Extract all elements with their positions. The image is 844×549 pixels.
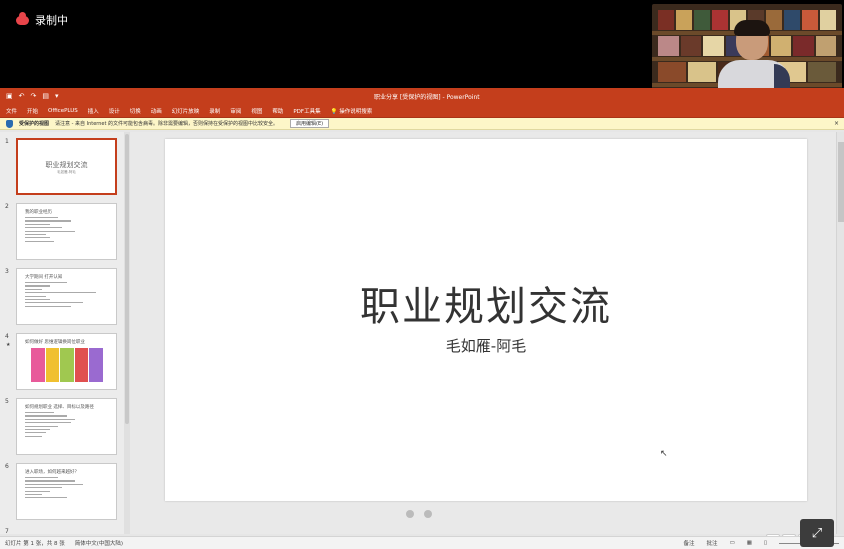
present-icon[interactable]: ▤	[42, 92, 49, 100]
title-bar: ▣ ↶ ↷ ▤ ▾ 职业分享 [受保护的视图] - PowerPoint	[0, 88, 844, 104]
tab-record[interactable]: 录制	[209, 107, 220, 115]
slide-thumbnail[interactable]: 职业规划交流 毛如雁-阿毛	[16, 138, 117, 195]
thumb-number: 2	[5, 203, 9, 210]
tab-design[interactable]: 设计	[109, 107, 120, 115]
normal-view-icon[interactable]: ▭	[730, 540, 735, 546]
expand-icon[interactable]: ⤢	[800, 519, 834, 547]
quick-access-toolbar: ▣ ↶ ↷ ▤ ▾	[6, 92, 59, 100]
thumb-title: 大学期间 打开认知	[25, 275, 63, 280]
language-indicator[interactable]: 简体中文(中国大陆)	[75, 539, 123, 547]
slide-canvas[interactable]: 职业规划交流 毛如雁-阿毛	[165, 139, 807, 501]
sorter-view-icon[interactable]: ▦	[747, 540, 752, 546]
slide-thumbnail[interactable]: 如何做好 思维逻辑换岗位职业	[16, 333, 117, 390]
thumb-title: 进入职场，如何越来越好？	[25, 470, 79, 475]
slide-thumbnail[interactable]: 我的职业经历	[16, 203, 117, 260]
thumb-title: 我的职业经历	[25, 210, 52, 215]
redo-icon[interactable]: ↷	[31, 92, 37, 100]
reading-view-icon[interactable]: ▯	[764, 540, 767, 546]
tab-home[interactable]: 开始	[27, 107, 38, 115]
slide-thumbnail[interactable]: 进入职场，如何越来越好？	[16, 463, 117, 520]
protected-view-message: 请注意 - 来自 Internet 的文件可能包含病毒。除非需要编辑，否则保持在…	[55, 121, 279, 127]
slide-subtitle: 毛如雁-阿毛	[445, 337, 527, 355]
slide-thumbnail[interactable]: 大学期间 打开认知	[16, 268, 117, 325]
recording-label: 录制中	[35, 14, 68, 27]
close-icon[interactable]: ×	[834, 120, 839, 127]
protected-view-label: 受保护的视图	[19, 121, 50, 127]
comments-button[interactable]: 批注	[707, 539, 718, 547]
tab-pdf-tools[interactable]: PDF工具集	[293, 107, 320, 115]
thumb-title: 职业规划交流	[45, 161, 88, 169]
tab-transitions[interactable]: 切换	[130, 107, 141, 115]
thumb-number: 6	[5, 463, 9, 470]
protected-view-bar: 受保护的视图 请注意 - 来自 Internet 的文件可能包含病毒。除非需要编…	[0, 118, 844, 130]
slide-title: 职业规划交流	[360, 284, 612, 330]
shield-icon	[6, 119, 13, 128]
powerpoint-window: ▣ ↶ ↷ ▤ ▾ 职业分享 [受保护的视图] - PowerPoint 文件 …	[0, 88, 844, 549]
thumb-number: 1	[5, 138, 9, 145]
slide-thumbnails-pane: 1 职业规划交流 毛如雁-阿毛 2 我的职业经历 3 大学期间 打开认知 4 ★…	[0, 132, 130, 535]
workspace: 1 职业规划交流 毛如雁-阿毛 2 我的职业经历 3 大学期间 打开认知 4 ★…	[0, 132, 844, 548]
notes-button[interactable]: 备注	[684, 539, 695, 547]
animation-star-icon: ★	[6, 342, 11, 348]
slide-scrollbar[interactable]	[836, 132, 844, 534]
tab-view[interactable]: 视图	[251, 107, 262, 115]
tab-insert[interactable]: 插入	[88, 107, 99, 115]
tell-me-label: 操作说明搜索	[339, 108, 373, 115]
mouse-cursor-icon: ↖	[660, 449, 668, 459]
customize-dropdown-icon[interactable]: ▾	[55, 92, 59, 100]
slide-counter: 幻灯片 第 1 张，共 8 张	[5, 541, 65, 547]
thumb-number: 3	[5, 268, 9, 275]
horizontal-scrollbar[interactable]	[136, 507, 816, 521]
enable-editing-button[interactable]: 启用编辑(E)	[290, 119, 330, 128]
tab-help[interactable]: 帮助	[272, 107, 283, 115]
thumb-subtitle: 毛如雁-阿毛	[57, 170, 76, 174]
tell-me-search[interactable]: 💡 操作说明搜索	[331, 107, 373, 115]
thumb-title: 如何规划职业 选择、目标以及路径	[25, 405, 94, 410]
tab-officeplus[interactable]: OfficePLUS	[48, 108, 78, 114]
cloud-icon	[16, 11, 29, 25]
thumb-number: 4	[5, 333, 9, 340]
tab-animations[interactable]: 动画	[151, 107, 162, 115]
ribbon-tabs: 文件 开始 OfficePLUS 插入 设计 切换 动画 幻灯片放映 录制 审阅…	[0, 104, 844, 118]
tab-slideshow[interactable]: 幻灯片放映	[172, 107, 200, 115]
status-bar: 幻灯片 第 1 张，共 8 张 简体中文(中国大陆) 备注 批注 ▭ ▦ ▯	[0, 536, 844, 549]
tab-file[interactable]: 文件	[6, 107, 17, 115]
save-icon[interactable]: ▣	[6, 92, 13, 100]
tab-review[interactable]: 审阅	[230, 107, 241, 115]
thumb-number: 7	[5, 528, 9, 535]
recording-indicator: 录制中	[16, 11, 68, 28]
window-title: 职业分享 [受保护的视图] - PowerPoint	[374, 94, 480, 101]
thumb-number: 5	[5, 398, 9, 405]
thumb-title: 如何做好 思维逻辑换岗位职业	[25, 340, 85, 345]
thumbnail-scrollbar[interactable]	[124, 132, 130, 534]
slide-thumbnail[interactable]: 如何规划职业 选择、目标以及路径	[16, 398, 117, 455]
undo-icon[interactable]: ↶	[19, 92, 25, 100]
